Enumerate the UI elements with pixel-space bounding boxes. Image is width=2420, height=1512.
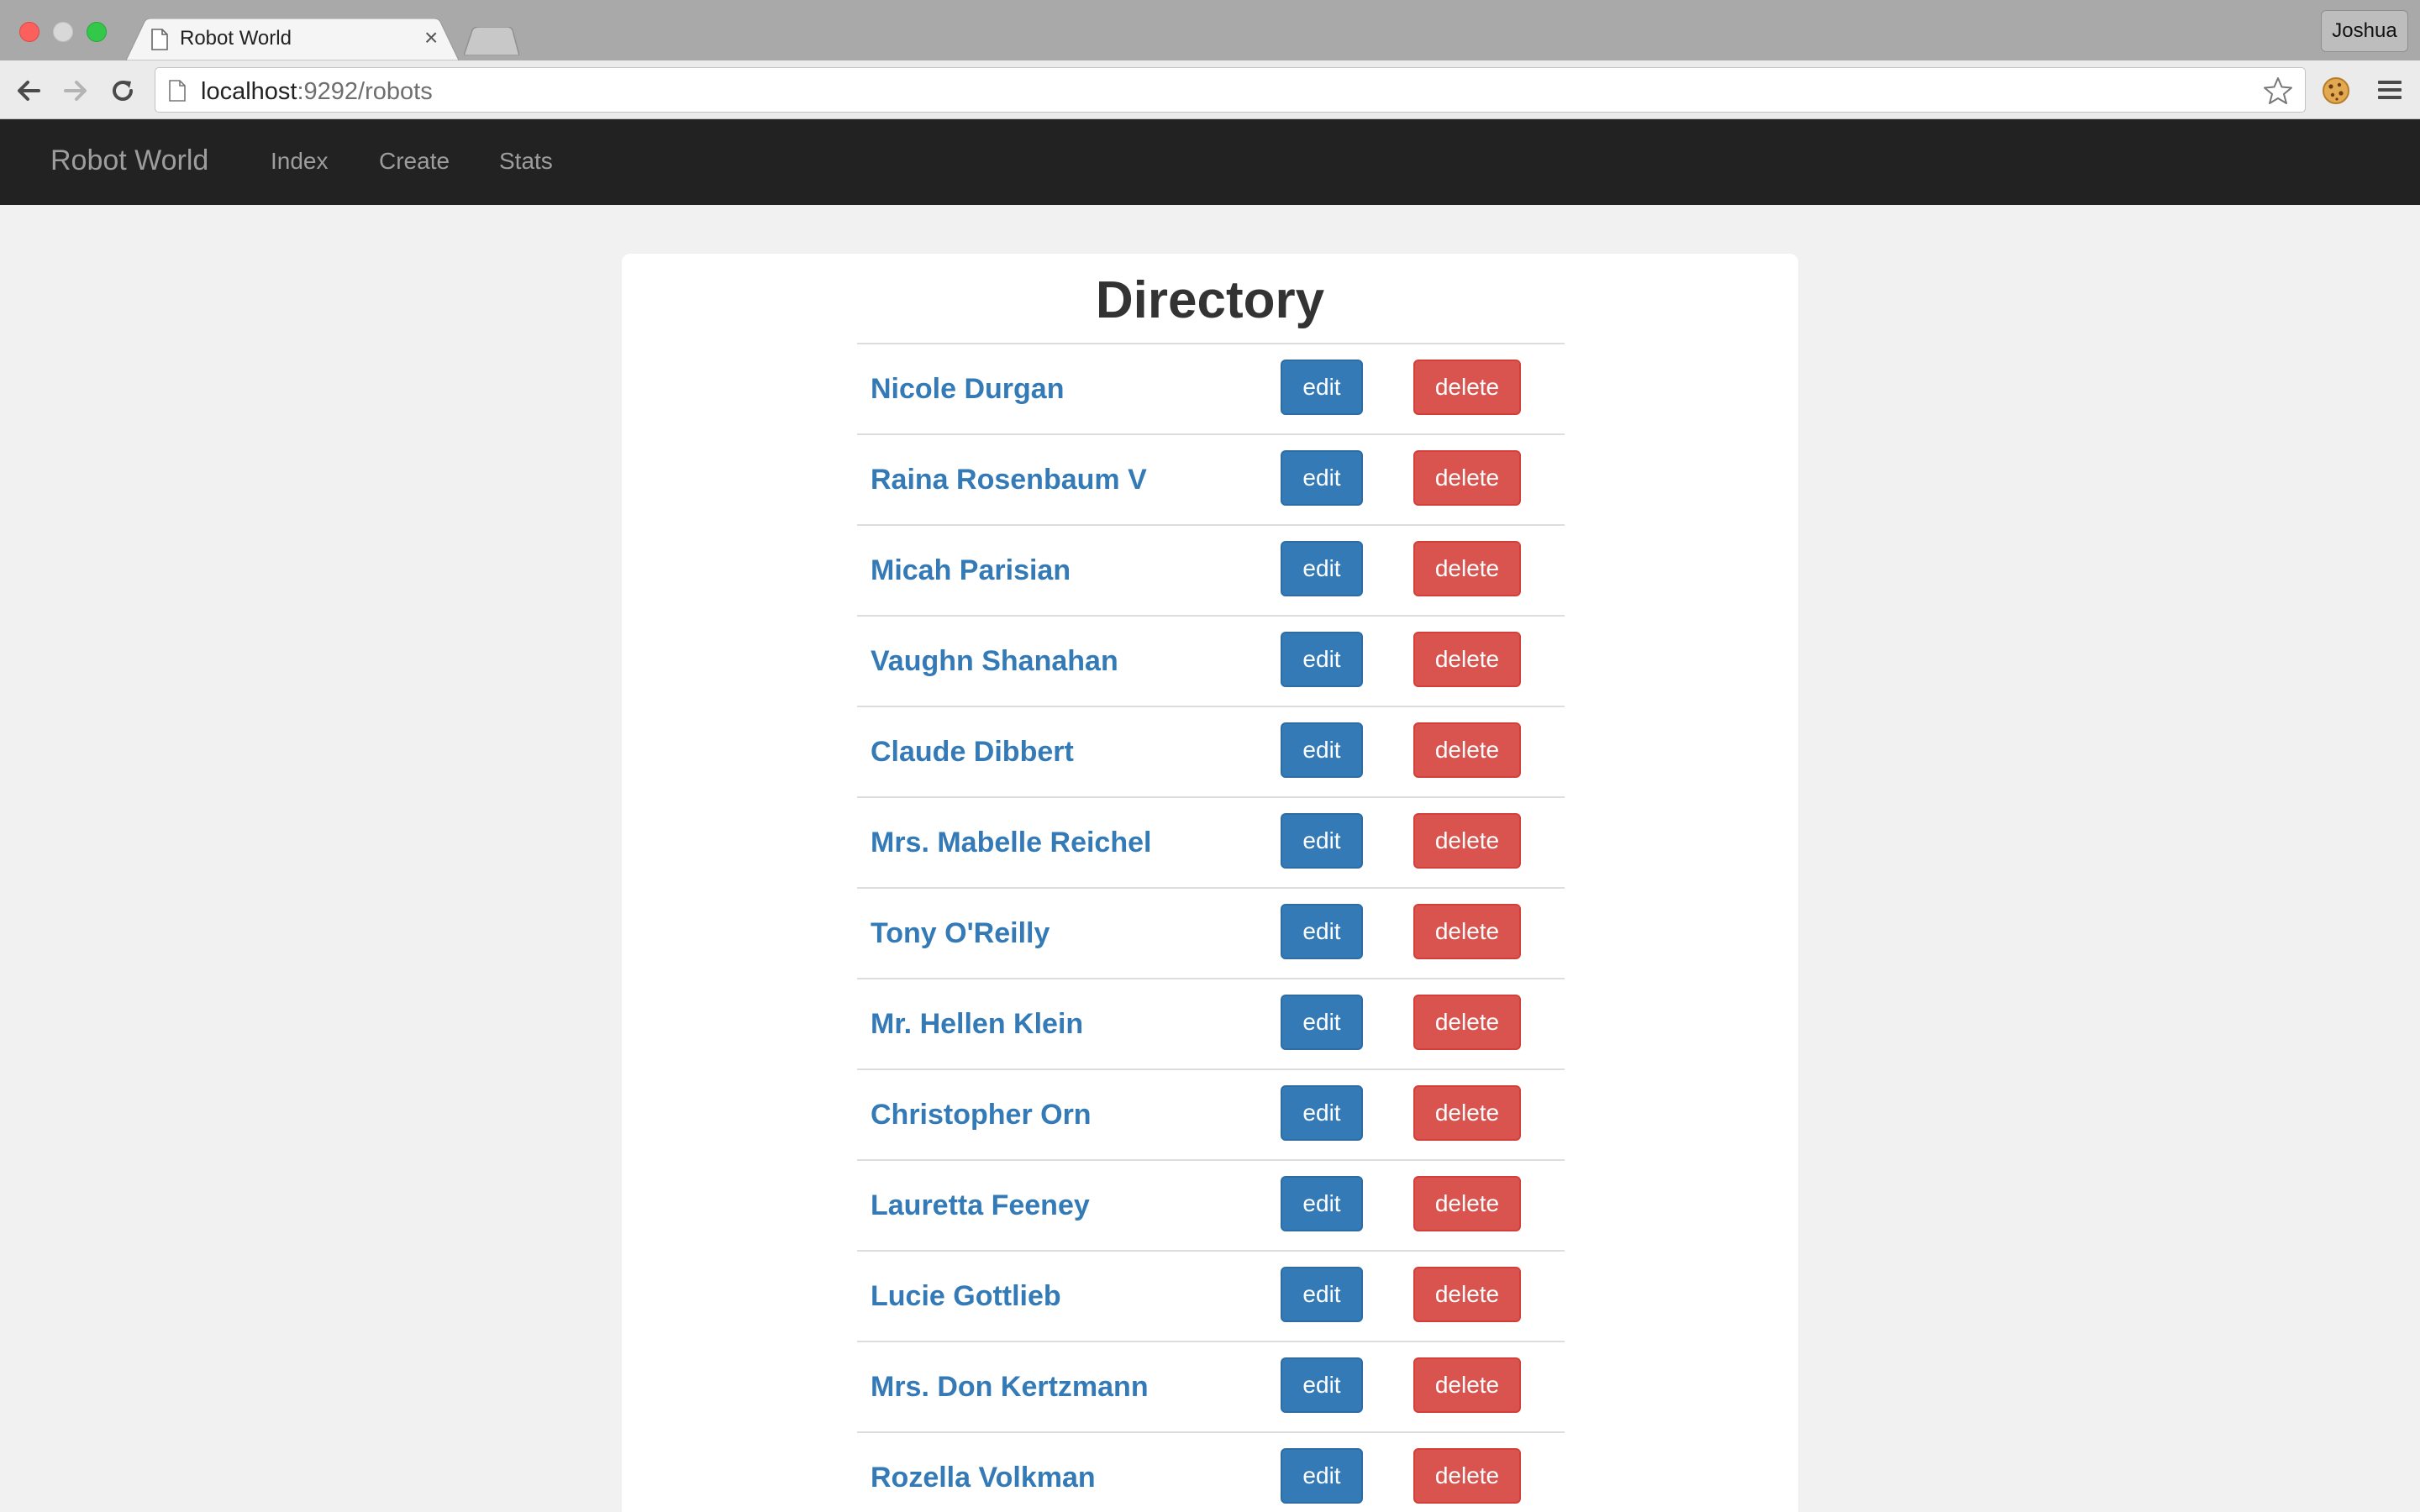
table-row: Christopher Orn edit delete — [857, 1068, 1565, 1159]
table-row: Mrs. Don Kertzmann edit delete — [857, 1341, 1565, 1431]
brand-link[interactable]: Robot World — [50, 144, 208, 177]
directory-panel: Directory Nicole Durgan edit delete Raina R… — [622, 254, 1798, 1512]
delete-button[interactable]: delete — [1413, 1176, 1521, 1231]
browser-tab[interactable]: Robot World × — [126, 18, 459, 60]
robot-name-link[interactable]: Claude Dibbert — [871, 736, 1074, 769]
edit-button[interactable]: edit — [1281, 1085, 1363, 1141]
nav-link-create[interactable]: Create — [379, 148, 450, 175]
delete-button[interactable]: delete — [1413, 1267, 1521, 1322]
delete-button[interactable]: delete — [1413, 632, 1521, 687]
table-row: Mr. Hellen Klein edit delete — [857, 978, 1565, 1068]
robot-name-link[interactable]: Nicole Durgan — [871, 373, 1064, 406]
edit-button[interactable]: edit — [1281, 904, 1363, 959]
app-navbar: Robot World Index Create Stats — [0, 119, 2420, 205]
url-host: localhost — [201, 78, 297, 105]
edit-button[interactable]: edit — [1281, 813, 1363, 869]
address-bar[interactable]: localhost:9292/robots — [155, 67, 2306, 113]
table-row: Lucie Gottlieb edit delete — [857, 1250, 1565, 1341]
table-row: Lauretta Feeney edit delete — [857, 1159, 1565, 1250]
star-icon[interactable] — [2263, 76, 2293, 105]
reload-icon[interactable] — [108, 76, 138, 106]
browser-titlebar: Robot World × Joshua — [0, 0, 2420, 60]
delete-button[interactable]: delete — [1413, 360, 1521, 415]
edit-button[interactable]: edit — [1281, 722, 1363, 778]
robot-name-link[interactable]: Lucie Gottlieb — [871, 1280, 1061, 1313]
hamburger-menu-icon[interactable] — [2376, 77, 2403, 102]
delete-button[interactable]: delete — [1413, 450, 1521, 506]
robot-table: Nicole Durgan edit delete Raina Rosenbaum V… — [857, 343, 1565, 1512]
robot-name-link[interactable]: Christopher Orn — [871, 1099, 1092, 1131]
close-window-button[interactable] — [19, 22, 39, 42]
new-tab-button[interactable] — [464, 27, 519, 55]
table-row: Tony O'Reilly edit delete — [857, 887, 1565, 978]
edit-button[interactable]: edit — [1281, 541, 1363, 596]
table-row: Claude Dibbert edit delete — [857, 706, 1565, 796]
forward-arrow-icon[interactable] — [60, 76, 91, 106]
robot-name-link[interactable]: Mrs. Don Kertzmann — [871, 1371, 1149, 1404]
url-text[interactable]: localhost:9292/robots — [201, 78, 433, 106]
table-row: Raina Rosenbaum V edit delete — [857, 433, 1565, 524]
table-row: Vaughn Shanahan edit delete — [857, 615, 1565, 706]
robot-name-link[interactable]: Raina Rosenbaum V — [871, 464, 1147, 496]
browser-toolbar: localhost:9292/robots — [0, 60, 2420, 119]
robot-name-link[interactable]: Mr. Hellen Klein — [871, 1008, 1083, 1041]
cookie-icon[interactable] — [2321, 76, 2351, 106]
delete-button[interactable]: delete — [1413, 541, 1521, 596]
robot-name-link[interactable]: Tony O'Reilly — [871, 917, 1050, 950]
edit-button[interactable]: edit — [1281, 360, 1363, 415]
close-tab-icon[interactable]: × — [424, 24, 438, 52]
document-icon — [151, 29, 168, 50]
url-path: :9292/robots — [297, 78, 433, 105]
delete-button[interactable]: delete — [1413, 995, 1521, 1050]
nav-link-stats[interactable]: Stats — [499, 148, 553, 175]
tab-title: Robot World — [180, 27, 292, 50]
delete-button[interactable]: delete — [1413, 1357, 1521, 1413]
table-row: Micah Parisian edit delete — [857, 524, 1565, 615]
delete-button[interactable]: delete — [1413, 904, 1521, 959]
edit-button[interactable]: edit — [1281, 1176, 1363, 1231]
edit-button[interactable]: edit — [1281, 632, 1363, 687]
edit-button[interactable]: edit — [1281, 995, 1363, 1050]
delete-button[interactable]: delete — [1413, 813, 1521, 869]
edit-button[interactable]: edit — [1281, 1357, 1363, 1413]
edit-button[interactable]: edit — [1281, 450, 1363, 506]
back-arrow-icon[interactable] — [13, 76, 44, 106]
table-row: Mrs. Mabelle Reichel edit delete — [857, 796, 1565, 887]
robot-name-link[interactable]: Mrs. Mabelle Reichel — [871, 827, 1151, 859]
page-title: Directory — [1095, 271, 1325, 329]
robot-name-link[interactable]: Rozella Volkman — [871, 1462, 1096, 1494]
delete-button[interactable]: delete — [1413, 1448, 1521, 1504]
edit-button[interactable]: edit — [1281, 1448, 1363, 1504]
table-row: Rozella Volkman edit delete — [857, 1431, 1565, 1512]
edit-button[interactable]: edit — [1281, 1267, 1363, 1322]
delete-button[interactable]: delete — [1413, 1085, 1521, 1141]
maximize-window-button[interactable] — [87, 22, 107, 42]
table-row: Nicole Durgan edit delete — [857, 343, 1565, 433]
robot-name-link[interactable]: Lauretta Feeney — [871, 1189, 1090, 1222]
delete-button[interactable]: delete — [1413, 722, 1521, 778]
minimize-window-button[interactable] — [53, 22, 73, 42]
robot-name-link[interactable]: Vaughn Shanahan — [871, 645, 1118, 678]
profile-button[interactable]: Joshua — [2321, 10, 2408, 52]
nav-link-index[interactable]: Index — [271, 148, 329, 175]
page-info-icon[interactable] — [169, 80, 186, 102]
robot-name-link[interactable]: Micah Parisian — [871, 554, 1071, 587]
